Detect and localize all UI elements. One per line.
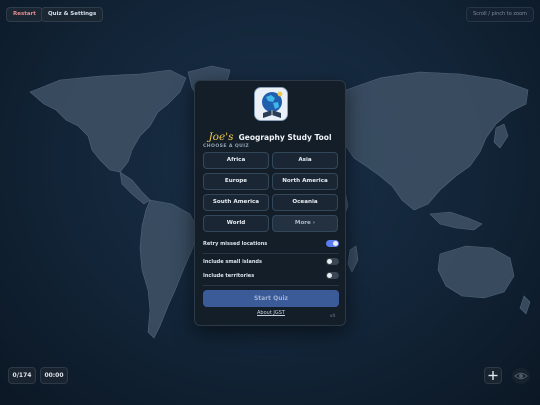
territories-toggle[interactable] bbox=[326, 272, 339, 279]
crosshair-icon bbox=[488, 371, 498, 380]
quiz-settings-button[interactable]: Quiz & Settings bbox=[41, 7, 104, 22]
map-region-new-zealand bbox=[519, 295, 531, 315]
toggle-knob bbox=[333, 241, 338, 246]
divider bbox=[203, 285, 339, 286]
quiz-africa-button[interactable]: Africa bbox=[203, 152, 269, 169]
eye-icon bbox=[514, 372, 528, 380]
retry-missed-toggle[interactable] bbox=[326, 240, 339, 247]
map-region-madagascar bbox=[347, 245, 359, 273]
app-title-prefix: Joe's bbox=[208, 131, 234, 143]
map-region-indonesia bbox=[429, 211, 483, 231]
zoom-hint: Scroll / pinch to zoom bbox=[465, 7, 534, 22]
quiz-asia-button[interactable]: Asia bbox=[272, 152, 338, 169]
toggle-knob bbox=[327, 259, 332, 264]
quiz-south-america-button[interactable]: South America bbox=[203, 194, 269, 211]
small-islands-toggle[interactable] bbox=[326, 258, 339, 265]
option-label: Retry missed locations bbox=[203, 241, 268, 247]
app-title-main: Geography Study Tool bbox=[238, 133, 332, 142]
app-title: Joe's Geography Study Tool bbox=[195, 125, 345, 144]
score-counter: 0/174 bbox=[8, 367, 36, 384]
globe-logo-icon bbox=[254, 87, 288, 121]
quiz-start-panel: Joe's Geography Study Tool CHOOSE A QUIZ… bbox=[194, 80, 346, 326]
quiz-north-america-button[interactable]: North America bbox=[272, 173, 338, 190]
option-label: Include territories bbox=[203, 273, 255, 279]
about-link[interactable]: About JGST bbox=[195, 310, 347, 316]
timer: 00:00 bbox=[40, 367, 68, 384]
restart-button[interactable]: Restart bbox=[6, 7, 43, 22]
version-label: v4 bbox=[329, 313, 335, 318]
quiz-europe-button[interactable]: Europe bbox=[203, 173, 269, 190]
option-territories[interactable]: Include territories bbox=[203, 270, 339, 282]
divider bbox=[203, 253, 339, 254]
option-retry-missed[interactable]: Retry missed locations bbox=[203, 238, 339, 250]
more-quizzes-button[interactable]: More › bbox=[272, 215, 338, 232]
visibility-button[interactable] bbox=[512, 368, 530, 384]
map-region-north-america bbox=[29, 69, 187, 173]
option-label: Include small islands bbox=[203, 259, 262, 265]
option-small-islands[interactable]: Include small islands bbox=[203, 256, 339, 268]
start-quiz-button[interactable]: Start Quiz bbox=[203, 290, 339, 307]
map-region-central-america bbox=[119, 171, 151, 205]
toggle-knob bbox=[327, 273, 332, 278]
choose-quiz-label: CHOOSE A QUIZ bbox=[203, 144, 250, 149]
map-region-japan bbox=[493, 123, 509, 149]
locate-button[interactable] bbox=[484, 367, 502, 384]
map-region-south-america bbox=[139, 199, 199, 339]
quiz-oceania-button[interactable]: Oceania bbox=[272, 194, 338, 211]
quiz-world-button[interactable]: World bbox=[203, 215, 269, 232]
map-region-australia bbox=[437, 245, 515, 299]
